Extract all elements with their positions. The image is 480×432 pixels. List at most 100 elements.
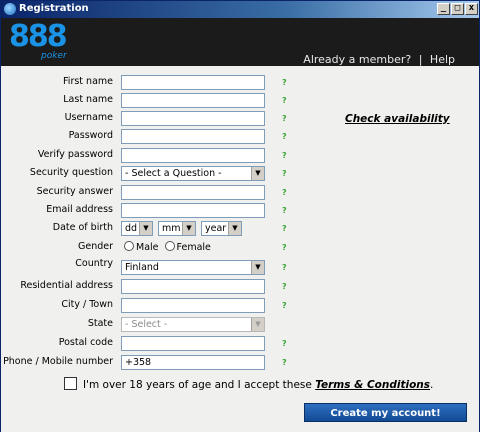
chevron-down-icon[interactable]: ▼: [251, 167, 264, 180]
last-name-label: Last name: [63, 94, 113, 105]
gender-male-radio[interactable]: [124, 241, 134, 251]
postal-code-label: Postal code: [58, 337, 113, 348]
country-row: Country Finland ▼ ?: [1, 258, 479, 278]
city-label: City / Town: [61, 299, 113, 310]
help-link[interactable]: Help: [430, 53, 455, 66]
terms-text: I'm over 18 years of age and I accept th…: [83, 379, 316, 391]
dob-label: Date of birth: [52, 222, 113, 233]
gender-row: Gender Male Female ?: [1, 240, 479, 258]
help-icon[interactable]: ?: [282, 114, 287, 123]
city-input[interactable]: [121, 298, 265, 313]
gender-label: Gender: [77, 241, 113, 252]
phone-input[interactable]: +358: [121, 355, 265, 370]
first-name-input[interactable]: [121, 75, 265, 90]
dob-day-value: dd: [125, 223, 138, 234]
dob-month-value: mm: [162, 223, 181, 234]
state-label: State: [87, 318, 113, 329]
phone-row: Phone / Mobile number +358 ?: [1, 355, 479, 373]
dob-year-value: year: [205, 223, 227, 234]
username-label: Username: [64, 112, 113, 123]
email-row: Email address ?: [1, 203, 479, 221]
help-icon[interactable]: ?: [282, 358, 287, 367]
security-question-value: - Select a Question -: [125, 168, 222, 179]
chevron-down-icon[interactable]: ▼: [251, 318, 264, 331]
postal-code-input[interactable]: [121, 336, 265, 351]
dob-year-select[interactable]: year ▼: [201, 221, 242, 236]
state-select[interactable]: - Select - ▼: [121, 317, 265, 332]
help-icon[interactable]: ?: [282, 263, 287, 272]
chevron-down-icon[interactable]: ▼: [228, 222, 241, 235]
help-icon[interactable]: ?: [282, 151, 287, 160]
dob-day-select[interactable]: dd ▼: [121, 221, 153, 236]
help-icon[interactable]: ?: [282, 339, 287, 348]
country-select[interactable]: Finland ▼: [121, 260, 265, 275]
state-value: - Select -: [125, 319, 168, 330]
security-answer-row: Security answer ?: [1, 185, 479, 203]
residential-address-input[interactable]: [121, 279, 265, 294]
app-icon: [4, 3, 16, 15]
first-name-row: First name ?: [1, 75, 479, 93]
password-label: Password: [68, 130, 113, 141]
chevron-down-icon[interactable]: ▼: [251, 261, 264, 274]
verify-password-label: Verify password: [37, 149, 113, 160]
residential-address-row: Residential address ?: [1, 279, 479, 297]
window-title: Registration: [19, 3, 89, 14]
verify-password-row: Verify password ?: [1, 148, 479, 166]
dob-month-select[interactable]: mm ▼: [158, 221, 196, 236]
chevron-down-icon[interactable]: ▼: [139, 222, 152, 235]
help-icon[interactable]: ?: [282, 188, 287, 197]
help-icon[interactable]: ?: [282, 169, 287, 178]
registration-window: Registration _ □ x 888 poker Already a m…: [0, 0, 480, 432]
terms-row: I'm over 18 years of age and I accept th…: [64, 377, 433, 391]
country-value: Finland: [125, 262, 159, 273]
first-name-label: First name: [63, 76, 113, 87]
help-icon[interactable]: ?: [282, 78, 287, 87]
last-name-input[interactable]: [121, 93, 265, 108]
country-label: Country: [75, 258, 113, 269]
email-input[interactable]: [121, 203, 265, 218]
title-bar[interactable]: Registration _ □ x: [1, 1, 479, 18]
gender-male-label: Male: [136, 242, 159, 253]
username-input[interactable]: [121, 111, 265, 126]
city-row: City / Town ?: [1, 298, 479, 316]
last-name-row: Last name ?: [1, 93, 479, 111]
brand-logo-word: poker: [41, 51, 67, 61]
security-answer-label: Security answer: [36, 186, 113, 197]
maximize-button[interactable]: □: [451, 3, 464, 15]
help-icon[interactable]: ?: [282, 243, 287, 252]
gender-options: Male Female: [124, 241, 211, 253]
brand-logo: 888: [9, 19, 68, 54]
help-icon[interactable]: ?: [282, 282, 287, 291]
password-input[interactable]: [121, 129, 265, 144]
verify-password-input[interactable]: [121, 148, 265, 163]
password-row: Password ?: [1, 129, 479, 147]
security-answer-input[interactable]: [121, 185, 265, 200]
postal-code-row: Postal code ?: [1, 336, 479, 354]
already-member-link[interactable]: Already a member?: [303, 53, 411, 66]
registration-form: First name ? Last name ? Username ? Pass…: [1, 66, 479, 432]
header-links: Already a member? | Help: [299, 53, 455, 66]
security-question-select[interactable]: - Select a Question - ▼: [121, 166, 265, 181]
terms-checkbox[interactable]: [64, 377, 77, 390]
gender-female-radio[interactable]: [164, 241, 175, 251]
gender-female-label: Female: [176, 242, 211, 253]
header-separator: |: [418, 53, 423, 66]
chevron-down-icon[interactable]: ▼: [182, 222, 195, 235]
security-question-row: Security question - Select a Question - …: [1, 166, 479, 184]
help-icon[interactable]: ?: [282, 224, 287, 233]
help-icon[interactable]: ?: [282, 206, 287, 215]
minimize-button[interactable]: _: [437, 3, 450, 15]
email-label: Email address: [46, 204, 113, 215]
phone-label: Phone / Mobile number: [3, 356, 113, 367]
residential-address-label: Residential address: [20, 280, 113, 291]
help-icon[interactable]: ?: [282, 301, 287, 310]
dob-row: Date of birth dd ▼ mm ▼ year ▼ ?: [1, 221, 479, 239]
state-row: State - Select - ▼: [1, 317, 479, 335]
help-icon[interactable]: ?: [282, 132, 287, 141]
terms-link[interactable]: Terms & Conditions: [315, 379, 430, 391]
close-button[interactable]: x: [465, 3, 478, 15]
help-icon[interactable]: ?: [282, 96, 287, 105]
check-availability-link[interactable]: Check availability: [345, 113, 450, 125]
brand-header: 888 poker Already a member? | Help: [1, 18, 479, 66]
create-account-button[interactable]: Create my account!: [304, 403, 467, 422]
